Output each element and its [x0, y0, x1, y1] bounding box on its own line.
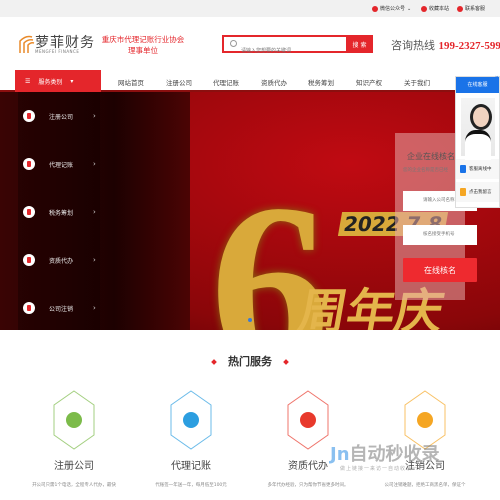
- service-card[interactable]: 代理记账代账签一年送一年，每月低至100元: [136, 390, 246, 488]
- chat-offline-label: 客服离线中: [469, 167, 492, 172]
- search-box: 搜 索: [222, 35, 373, 58]
- message-icon: [460, 188, 466, 196]
- association-role: 理事单位: [128, 46, 158, 55]
- nav-home[interactable]: 网站首页: [118, 77, 144, 87]
- sidebar-item-register[interactable]: 注册公司 ›: [23, 106, 103, 126]
- phone-input[interactable]: [403, 225, 477, 245]
- search-button[interactable]: 搜 索: [346, 35, 373, 53]
- diamond-icon: [211, 359, 217, 365]
- bookmark-label: 收藏本站: [429, 6, 450, 12]
- leave-message-button[interactable]: 点击我留言: [456, 182, 499, 202]
- shield-icon: [53, 390, 95, 450]
- search-icon: [230, 40, 237, 47]
- check-name-button[interactable]: 在线核名: [403, 258, 477, 282]
- agent-avatar: [460, 98, 495, 160]
- service-name: 注册公司: [54, 461, 94, 472]
- chat-widget: 在线客服 × 客服离线中 点击我留言: [455, 75, 500, 208]
- carousel-dot[interactable]: [248, 318, 252, 322]
- hotline-label: 咨询热线: [391, 39, 435, 52]
- bookmark-link[interactable]: 收藏本站: [421, 5, 449, 12]
- chevron-down-icon: ⌄: [407, 5, 412, 12]
- brand-english: MENGFEI FINANCE: [35, 49, 80, 54]
- watermark: Jn自动秒收录: [330, 444, 440, 465]
- nav-about[interactable]: 关于我们: [404, 77, 430, 87]
- service-label: 联系客服: [465, 6, 486, 12]
- ledger-icon: [23, 158, 35, 170]
- nav-register[interactable]: 注册公司: [166, 77, 192, 87]
- service-name: 代理记账: [171, 461, 211, 472]
- section-title: 热门服务: [228, 355, 272, 368]
- stamp-icon: [23, 110, 35, 122]
- sidebar-item-tax[interactable]: 税务筹划 ›: [23, 202, 103, 222]
- service-desc: 代账签一年送一年，每月低至100元: [155, 483, 227, 488]
- menu-label: 服务类别: [38, 78, 63, 86]
- wechat-label: 微信公众号: [380, 6, 406, 12]
- chat-icon: [460, 165, 466, 173]
- hotline-number: 199-2327-5999: [438, 40, 500, 52]
- chat-title: 在线客服: [456, 77, 499, 93]
- bookmark-icon: [421, 5, 427, 12]
- service-category-menu[interactable]: ☰ 服务类别 ▾: [15, 70, 101, 92]
- badge-icon: [287, 390, 329, 450]
- leave-message-label: 点击我留言: [469, 190, 492, 195]
- caret-down-icon: ▾: [70, 77, 74, 85]
- nav-ip[interactable]: 知识产权: [356, 77, 382, 87]
- sidebar-label: 代理记账: [49, 161, 74, 169]
- search-input[interactable]: [224, 44, 344, 58]
- service-desc: 开公司只需1个电话，全程专人代办，最快: [32, 483, 116, 488]
- form-title: 企业在线核名: [407, 152, 455, 161]
- service-card[interactable]: 注册公司开公司只需1个电话，全程专人代办，最快: [19, 390, 129, 488]
- menu-icon: ☰: [25, 77, 31, 85]
- service-card[interactable]: 资质代办 多年代办经验，只为帮你节省更多时间。: [253, 390, 363, 488]
- sidebar-label: 注册公司: [49, 113, 74, 121]
- service-link[interactable]: 联系客服: [457, 5, 485, 12]
- nav-qualification[interactable]: 资质代办: [261, 77, 287, 87]
- wechat-link[interactable]: 微信公众号 ⌄: [372, 5, 411, 12]
- watermark-subtext: 做上链接一来访一自动收录一: [340, 466, 419, 472]
- nav-tax[interactable]: 税务筹划: [308, 77, 334, 87]
- association-badge: 重庆市代理记账行业协会 理事单位: [100, 34, 186, 56]
- wechat-icon: [372, 5, 378, 12]
- close-icon[interactable]: ×: [495, 75, 499, 81]
- sidebar-label: 税务筹划: [49, 209, 74, 217]
- service-icon: [457, 5, 463, 12]
- service-desc: 公司注销难题，拒绝工商黑名单，保证个: [384, 483, 466, 488]
- sidebar-item-qualification[interactable]: 资质代办 ›: [23, 250, 103, 270]
- ledger-icon: [23, 206, 35, 218]
- stamp-icon: [23, 302, 35, 314]
- sidebar-item-bookkeeping[interactable]: 代理记账 ›: [23, 154, 103, 174]
- service-card[interactable]: 注销公司 公司注销难题，拒绝工商黑名单，保证个: [370, 390, 480, 488]
- watermark-text: 自动秒收录: [349, 444, 440, 465]
- chevron-right-icon: ›: [93, 160, 96, 168]
- chevron-right-icon: ›: [93, 256, 96, 264]
- association-name: 重庆市代理记账行业协会: [101, 35, 185, 44]
- chevron-right-icon: ›: [93, 304, 96, 312]
- chevron-right-icon: ›: [93, 112, 96, 120]
- form-subtitle: 您的企业名称是否已经: [403, 168, 448, 173]
- sidebar-label: 资质代办: [49, 257, 74, 265]
- sidebar-item-cancel[interactable]: 公司注销 ›: [23, 298, 103, 318]
- person-icon: [23, 254, 35, 266]
- chevron-right-icon: ›: [93, 208, 96, 216]
- nav-bookkeeping[interactable]: 代理记账: [213, 77, 239, 87]
- service-sidebar: 注册公司 › 代理记账 › 税务筹划 › 资质代办 › 公司注销 ›: [18, 92, 100, 330]
- hot-services-heading: 热门服务: [0, 353, 500, 369]
- main-nav: ☰ 服务类别 ▾ 网站首页 注册公司 代理记账 资质代办 税务筹划 知识产权 关于我…: [0, 70, 500, 92]
- top-bar: 微信公众号 ⌄ 收藏本站 联系客服: [0, 0, 500, 17]
- hotline: 咨询热线 199-2327-5999: [391, 37, 500, 53]
- diamond-icon: [283, 359, 289, 365]
- ticket-icon: [170, 390, 212, 450]
- service-desc: 多年代办经验，只为帮你节省更多时间。: [267, 483, 349, 488]
- chat-offline-button[interactable]: 客服离线中: [456, 159, 499, 179]
- sidebar-label: 公司注销: [49, 305, 74, 313]
